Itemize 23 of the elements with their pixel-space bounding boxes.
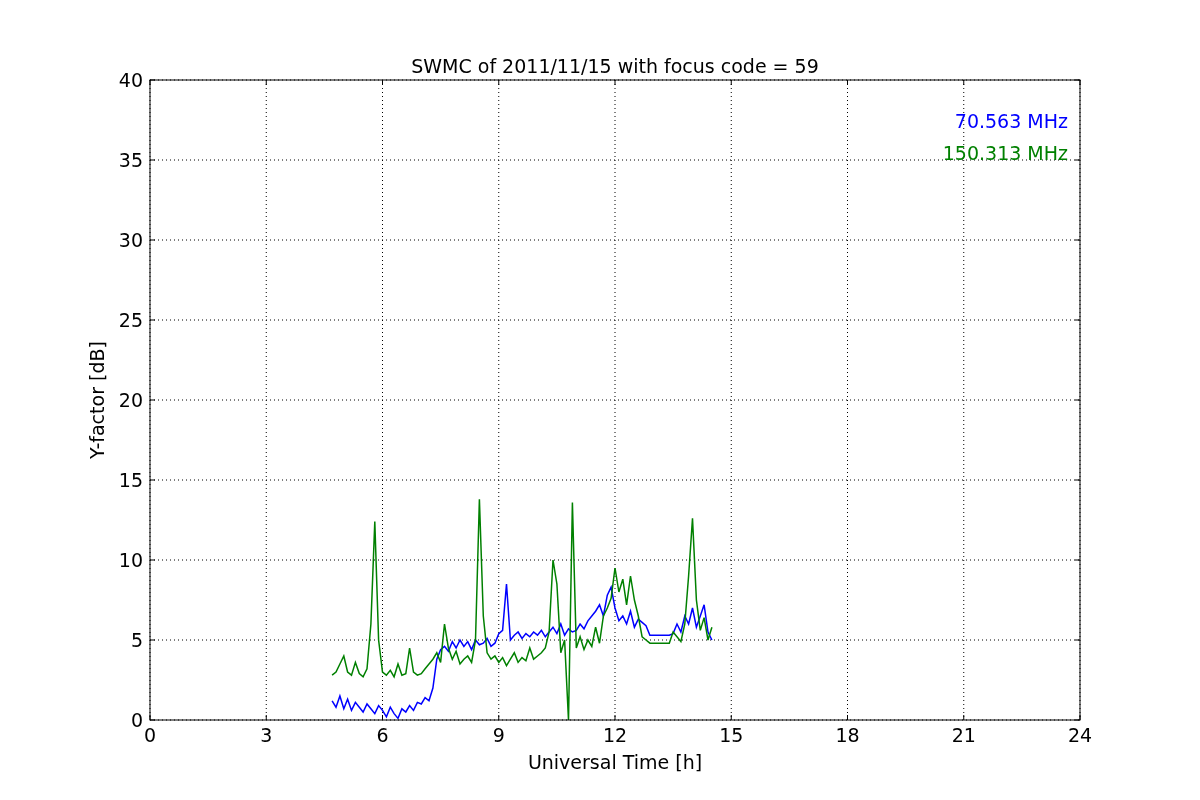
y-tick-label: 0 xyxy=(130,709,143,731)
y-tick-label: 10 xyxy=(118,549,143,571)
x-tick-label: 9 xyxy=(492,724,505,746)
y-tick-label: 15 xyxy=(118,469,143,491)
y-tick-label: 35 xyxy=(118,149,143,171)
x-tick-label: 0 xyxy=(143,724,157,746)
x-tick-label: 18 xyxy=(835,724,860,746)
x-tick-label: 21 xyxy=(951,724,976,746)
y-axis-label: Y-factor [dB] xyxy=(86,341,108,459)
x-tick-label: 15 xyxy=(719,724,744,746)
x-tick-label: 24 xyxy=(1067,724,1093,746)
chart-title: SWMC of 2011/11/15 with focus code = 59 xyxy=(411,55,819,77)
y-tick-label: 5 xyxy=(130,629,143,651)
x-tick-label: 12 xyxy=(602,724,628,746)
y-tick-label: 30 xyxy=(118,229,143,251)
y-tick-label: 40 xyxy=(118,69,143,91)
y-tick-label: 25 xyxy=(118,309,143,331)
y-tick-label: 20 xyxy=(118,389,143,411)
legend-label: 150.313 MHz xyxy=(942,142,1068,164)
legend-label: 70.563 MHz xyxy=(954,110,1068,132)
x-axis-label: Universal Time [h] xyxy=(527,751,703,773)
x-tick-label: 3 xyxy=(260,724,273,746)
x-tick-label: 6 xyxy=(376,724,389,746)
